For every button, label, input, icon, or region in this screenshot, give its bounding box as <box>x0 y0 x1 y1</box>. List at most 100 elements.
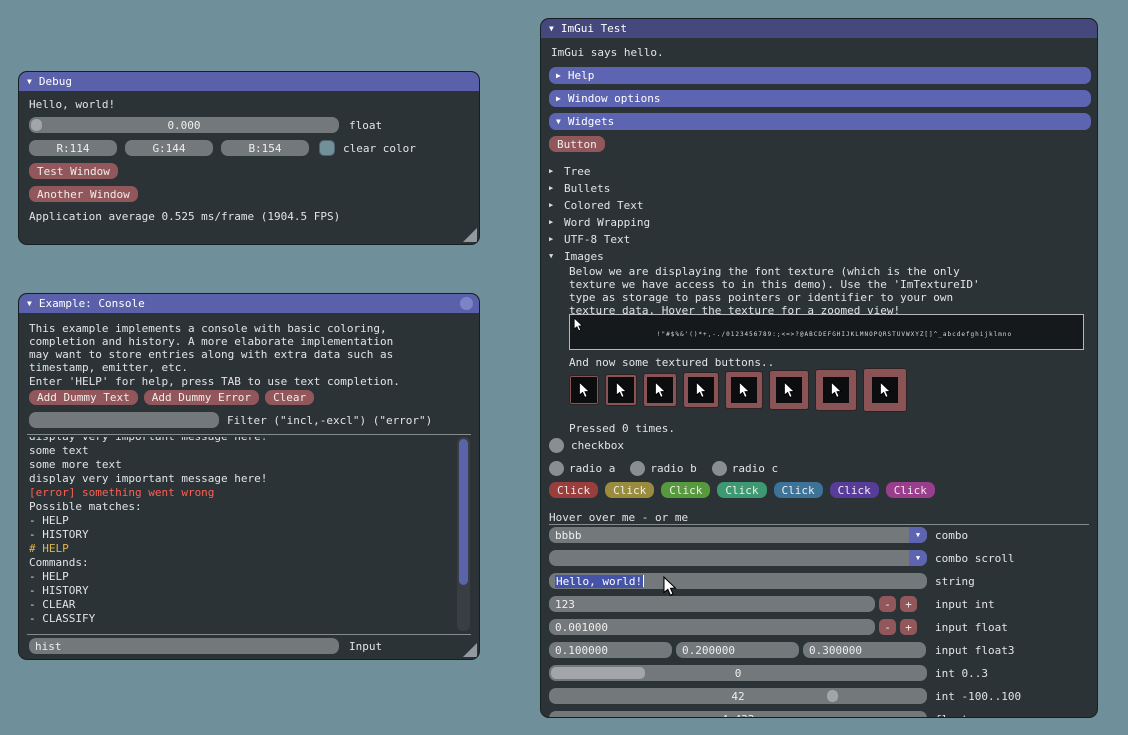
console-titlebar[interactable]: ▼ Example: Console <box>19 294 479 313</box>
help-hint-text: Enter 'HELP' for help, press TAB to use … <box>29 375 400 388</box>
click-button[interactable]: Click <box>661 482 710 498</box>
console-window: ▼ Example: Console This example implemen… <box>18 293 480 660</box>
slider-grab[interactable] <box>551 667 645 679</box>
increment-button[interactable]: + <box>900 619 917 635</box>
tree-node-utf8-text[interactable]: ▶ UTF-8 Text <box>549 232 630 247</box>
slider-grab[interactable] <box>827 690 838 702</box>
tree-label: Word Wrapping <box>564 216 650 229</box>
radio-c[interactable]: radio c <box>712 461 778 476</box>
log-line: some more text <box>29 458 478 472</box>
collapse-arrow-icon[interactable]: ▼ <box>27 300 32 308</box>
test-titlebar[interactable]: ▼ ImGui Test <box>541 19 1097 38</box>
close-button[interactable] <box>460 297 473 310</box>
combo-arrow-button[interactable]: ▼ <box>909 550 927 566</box>
texture-button[interactable] <box>815 369 857 411</box>
decrement-button[interactable]: - <box>879 596 896 612</box>
clear-button[interactable]: Clear <box>265 390 314 405</box>
clear-color-swatch[interactable] <box>319 140 335 156</box>
collapse-arrow-icon[interactable]: ▼ <box>27 78 32 86</box>
header-help[interactable]: ▶ Help <box>549 67 1091 84</box>
click-button[interactable]: Click <box>830 482 879 498</box>
checkbox-label: checkbox <box>571 439 624 452</box>
texture-button[interactable] <box>643 373 677 407</box>
cursor-arrow-icon <box>573 317 584 336</box>
color-drag-g[interactable]: G:144 <box>125 140 213 156</box>
button-widget[interactable]: Button <box>549 136 605 152</box>
float3-input-y[interactable]: 0.200000 <box>676 642 799 658</box>
texture-button[interactable] <box>605 374 637 406</box>
click-button[interactable]: Click <box>549 482 598 498</box>
combo-scroll-box[interactable]: ▼ <box>549 550 927 566</box>
color-drag-b[interactable]: B:154 <box>221 140 309 156</box>
click-button[interactable]: Click <box>774 482 823 498</box>
float-slider-2[interactable]: 4.432 <box>549 711 927 718</box>
click-button[interactable]: Click <box>886 482 935 498</box>
console-button-row: Add Dummy Text Add Dummy Error Clear <box>29 390 314 405</box>
float-slider[interactable]: 0.000 <box>29 117 339 133</box>
tree-node-images[interactable]: ▼ Images <box>549 249 604 264</box>
log-line: display very important message here! <box>29 472 478 486</box>
input-value: 0.100000 <box>555 644 608 657</box>
debug-window: ▼ Debug Hello, world! 0.000 float R:114 … <box>18 71 480 245</box>
input-value: 123 <box>555 598 575 611</box>
header-label: Widgets <box>568 115 614 128</box>
debug-titlebar[interactable]: ▼ Debug <box>19 72 479 91</box>
cursor-arrow-icon <box>571 377 597 403</box>
tree-node-word-wrapping[interactable]: ▶ Word Wrapping <box>549 215 650 230</box>
radio-b[interactable]: radio b <box>630 461 696 476</box>
float3-input-z[interactable]: 0.300000 <box>803 642 926 658</box>
console-log[interactable]: display very important message here! som… <box>20 437 478 631</box>
texture-button[interactable] <box>725 371 763 409</box>
chevron-down-icon: ▼ <box>916 532 920 539</box>
slider-value: 0 <box>735 667 742 680</box>
add-dummy-error-button[interactable]: Add Dummy Error <box>144 390 259 405</box>
add-dummy-text-button[interactable]: Add Dummy Text <box>29 390 138 405</box>
click-button[interactable]: Click <box>717 482 766 498</box>
int-slider-0-3[interactable]: 0 <box>549 665 927 681</box>
combo-arrow-button[interactable]: ▼ <box>909 527 927 543</box>
resize-grip[interactable] <box>463 643 477 657</box>
click-button[interactable]: Click <box>605 482 654 498</box>
chevron-down-icon: ▼ <box>916 555 920 562</box>
slider-grab[interactable] <box>31 119 42 131</box>
string-input[interactable]: Hello, world! <box>549 573 927 589</box>
console-command-input[interactable]: hist <box>29 638 339 654</box>
tree-node-tree[interactable]: ▶ Tree <box>549 164 591 179</box>
decrement-button[interactable]: - <box>879 619 896 635</box>
float-input[interactable]: 0.001000 <box>549 619 875 635</box>
images-text-line: Below we are displaying the font texture… <box>569 265 960 278</box>
texture-button[interactable] <box>769 370 809 410</box>
header-window-options[interactable]: ▶ Window options <box>549 90 1091 107</box>
another-window-button[interactable]: Another Window <box>29 186 138 202</box>
texture-button[interactable] <box>863 368 907 412</box>
int-input[interactable]: 123 <box>549 596 875 612</box>
radio-a[interactable]: radio a <box>549 461 615 476</box>
scrollbar-grab[interactable] <box>459 439 468 585</box>
resize-grip[interactable] <box>463 228 477 242</box>
header-widgets[interactable]: ▼ Widgets <box>549 113 1091 130</box>
test-window-button[interactable]: Test Window <box>29 163 118 179</box>
tree-node-colored-text[interactable]: ▶ Colored Text <box>549 198 643 213</box>
collapse-arrow-icon[interactable]: ▼ <box>549 25 554 33</box>
int-slider-100[interactable]: 42 <box>549 688 927 704</box>
checkbox[interactable] <box>549 438 564 453</box>
cursor-arrow-icon <box>608 377 634 403</box>
hello-world-text: Hello, world! <box>29 98 115 111</box>
increment-button[interactable]: + <box>900 596 917 612</box>
int-input-label: input int <box>935 598 995 611</box>
combo-scroll-label: combo scroll <box>935 552 1014 565</box>
clear-color-label: clear color <box>343 142 416 155</box>
console-scrollbar[interactable] <box>457 437 470 631</box>
texture-button[interactable] <box>683 372 719 408</box>
float-slider-label: float <box>349 119 382 132</box>
hover-tooltip-text[interactable]: Hover over me - or me <box>549 511 688 524</box>
font-texture-image[interactable]: !"#$%&'()*+,-./0123456789:;<=>?@ABCDEFGH… <box>569 314 1084 350</box>
separator <box>27 634 471 635</box>
float3-input-x[interactable]: 0.100000 <box>549 642 672 658</box>
combo-box[interactable]: bbbb ▼ <box>549 527 927 543</box>
texture-button[interactable] <box>569 375 599 405</box>
tree-node-bullets[interactable]: ▶ Bullets <box>549 181 610 196</box>
filter-input[interactable] <box>29 412 219 428</box>
color-drag-r[interactable]: R:114 <box>29 140 117 156</box>
desktop: { "page": {"background": "#6f8f9b"}, "ic… <box>0 0 1128 735</box>
